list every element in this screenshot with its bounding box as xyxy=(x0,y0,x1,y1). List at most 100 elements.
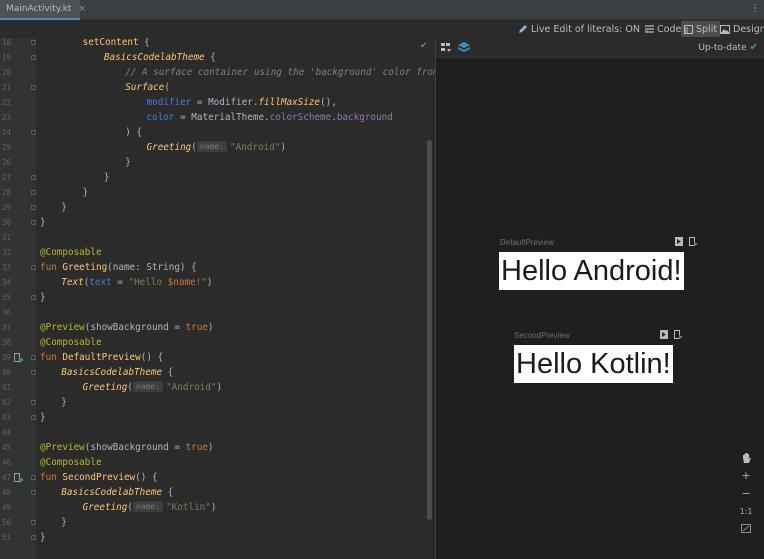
code-line[interactable]: fun SecondPreview() { xyxy=(40,470,158,485)
editor-gutter: 18 19 20 21 22 23 24 25 26 27 28 29 30 31 32 33 34 35 36 37… xyxy=(0,38,36,559)
code-line[interactable]: Greeting(name: "Android") xyxy=(83,380,222,395)
close-tab-icon[interactable]: × xyxy=(78,4,86,14)
code-token: BasicsCodelabTheme xyxy=(61,367,163,378)
code-line[interactable]: } xyxy=(40,215,46,230)
run-preview-icon[interactable] xyxy=(14,473,24,483)
layers-icon[interactable] xyxy=(458,42,470,53)
interactive-mode-icon[interactable] xyxy=(660,330,668,339)
preview-actions-default xyxy=(675,237,698,246)
preview-card-second[interactable]: Hello Kotlin! xyxy=(514,345,673,383)
code-token: } xyxy=(61,202,67,213)
code-line[interactable]: } xyxy=(61,200,67,215)
more-options-icon[interactable]: ⋮ xyxy=(750,3,760,15)
interactive-mode-icon[interactable] xyxy=(675,237,683,246)
code-line[interactable]: @Preview(showBackground = true) xyxy=(40,320,214,335)
line-number: 48 xyxy=(1,488,11,497)
code-token: @Composable xyxy=(40,457,102,468)
line-number: 26 xyxy=(1,158,11,167)
zoom-out-button[interactable]: − xyxy=(741,488,750,500)
line-number: 43 xyxy=(1,413,11,422)
code-token: colorScheme xyxy=(269,112,332,123)
code-line[interactable]: ) { xyxy=(125,125,142,140)
code-token: ) { xyxy=(125,127,142,138)
code-line[interactable]: } xyxy=(40,530,46,545)
check-icon: ✔ xyxy=(749,42,758,53)
code-line[interactable]: Greeting(name: "Kotlin") xyxy=(83,500,216,515)
code-line[interactable]: Surface( xyxy=(125,80,170,95)
line-number: 50 xyxy=(1,518,11,527)
code-token: @Preview xyxy=(40,322,85,333)
code-line[interactable]: color = MaterialTheme.colorScheme.backgr… xyxy=(147,110,393,125)
deploy-to-device-icon[interactable] xyxy=(689,237,698,246)
pan-hand-icon[interactable] xyxy=(741,452,752,464)
tab-mainactivity[interactable]: MainActivity.kt × xyxy=(0,0,86,20)
preview-card-default[interactable]: Hello Android! xyxy=(499,252,684,290)
code-line[interactable]: Greeting(name: "Android") xyxy=(147,140,286,155)
line-number: 36 xyxy=(1,308,11,317)
code-line[interactable]: @Composable xyxy=(40,455,102,470)
line-number: 25 xyxy=(1,143,11,152)
code-token: ) xyxy=(206,277,213,288)
code-line[interactable]: } xyxy=(125,155,131,170)
code-token: Greeting xyxy=(62,262,108,273)
code-line[interactable]: } xyxy=(61,515,67,530)
zoom-in-button[interactable]: + xyxy=(741,470,750,482)
editor-toolbar: Live Edit of literals: ON ⌄ Code Split D… xyxy=(0,21,764,38)
line-number: 30 xyxy=(1,218,11,227)
code-token: Text xyxy=(61,277,84,288)
line-number: 29 xyxy=(1,203,11,212)
preview-text-second: Hello Kotlin! xyxy=(516,348,671,380)
preview-status: Up-to-date ✔ xyxy=(698,42,758,53)
code-line[interactable]: setContent { xyxy=(83,38,150,50)
code-line[interactable]: } xyxy=(61,395,67,410)
code-line[interactable]: BasicsCodelabTheme { xyxy=(61,485,173,500)
code-line[interactable]: @Composable xyxy=(40,335,102,350)
code-token: $name xyxy=(167,277,196,288)
code-line[interactable]: modifier = Modifier.fillMaxSize(), xyxy=(147,95,337,110)
zoom-to-fit-icon[interactable] xyxy=(741,524,751,533)
line-number: 40 xyxy=(1,368,11,377)
line-number: 33 xyxy=(1,263,11,272)
code-line[interactable]: fun DefaultPreview() { xyxy=(40,350,163,365)
code-line[interactable]: Text(text = "Hello $name!") xyxy=(61,275,212,290)
line-number: 31 xyxy=(1,233,11,242)
code-line[interactable]: } xyxy=(40,290,46,305)
code-token: DefaultPreview xyxy=(62,352,141,363)
split-view-button[interactable]: Split xyxy=(681,21,721,37)
code-line[interactable]: fun Greeting(name: String) { xyxy=(40,260,197,275)
editor-scrollbar[interactable] xyxy=(427,140,432,520)
code-token: } xyxy=(40,412,46,423)
code-token: true xyxy=(185,442,208,453)
code-line[interactable]: } xyxy=(104,170,110,185)
code-token: "Hello xyxy=(128,277,168,288)
code-token: color xyxy=(146,112,175,123)
preview-actions-second xyxy=(660,330,683,339)
zoom-actual-size-button[interactable]: 1:1 xyxy=(740,506,753,518)
line-number: 34 xyxy=(1,278,11,287)
code-line[interactable]: @Composable xyxy=(40,245,102,260)
code-token: text xyxy=(89,277,112,288)
deploy-to-device-icon[interactable] xyxy=(674,330,683,339)
tab-label: MainActivity.kt xyxy=(6,4,72,14)
code-line[interactable]: @Preview(showBackground = true) xyxy=(40,440,214,455)
line-number: 38 xyxy=(1,338,11,347)
line-number: 37 xyxy=(1,323,11,332)
layout-options-icon[interactable] xyxy=(441,43,452,53)
code-token: modifier xyxy=(146,97,192,108)
code-view-button[interactable]: Code xyxy=(645,21,681,37)
code-line[interactable]: } xyxy=(40,410,46,425)
run-preview-icon[interactable] xyxy=(14,353,24,363)
code-token: fun xyxy=(40,352,63,363)
code-line[interactable]: } xyxy=(83,185,89,200)
line-number: 21 xyxy=(1,83,11,92)
live-edit-toggle[interactable]: Live Edit of literals: ON ⌄ xyxy=(518,21,650,37)
code-token: { xyxy=(138,38,150,48)
code-token: "Android" xyxy=(166,382,217,393)
code-editor[interactable]: setContent {BasicsCodelabTheme {// A sur… xyxy=(36,38,435,559)
code-line[interactable]: // A surface container using the 'backgr… xyxy=(125,65,435,80)
code-line[interactable]: BasicsCodelabTheme { xyxy=(61,365,173,380)
design-view-button[interactable]: Design xyxy=(720,21,764,37)
code-line[interactable]: BasicsCodelabTheme { xyxy=(104,50,216,65)
code-token: ( xyxy=(164,82,170,93)
line-number: 42 xyxy=(1,398,11,407)
